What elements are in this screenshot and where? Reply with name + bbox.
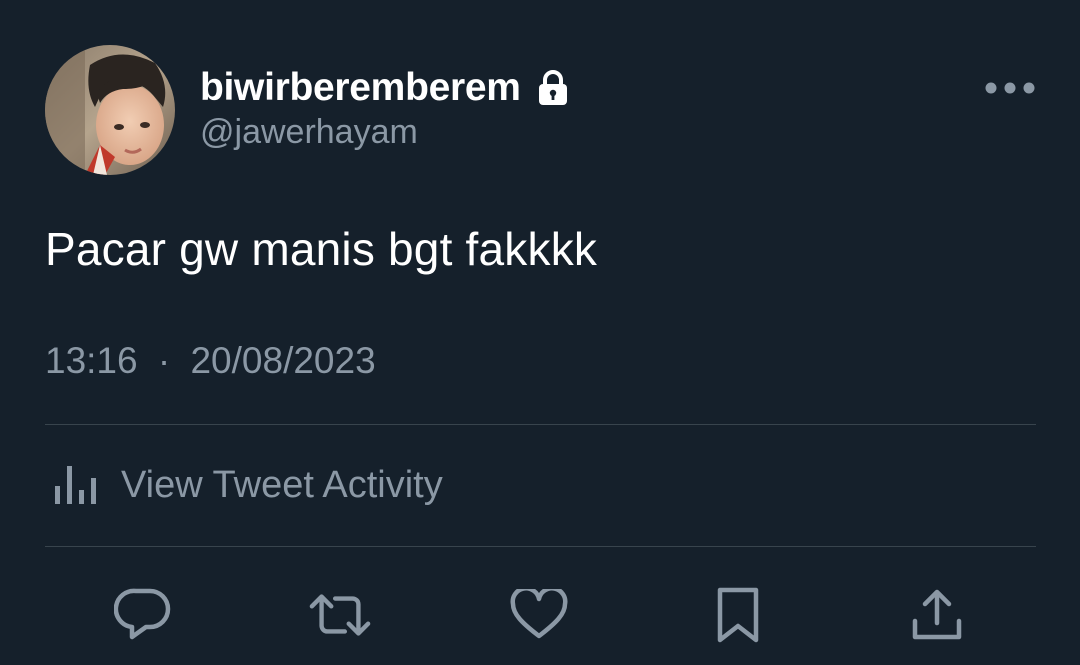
display-name[interactable]: biwirberemberem [200,66,521,110]
lock-icon [537,70,569,106]
reply-icon [114,588,171,640]
tweet-timestamp: 13:16 · 20/08/2023 [45,340,376,382]
bookmark-icon [717,587,759,643]
timestamp-separator: · [157,340,171,381]
user-handle[interactable]: @jawerhayam [200,113,418,152]
retweet-icon [309,594,371,636]
share-icon [912,589,962,640]
tweet-text: Pacar gw manis bgt fakkkk [45,223,598,275]
display-name-row: biwirberemberem [200,62,569,114]
like-button[interactable] [507,583,571,647]
heart-icon [510,589,568,639]
more-dots-icon [985,82,1035,94]
tweet-actions-bar [0,575,1080,655]
view-tweet-activity-button[interactable]: View Tweet Activity [45,445,1036,525]
divider [45,546,1036,547]
avatar[interactable] [45,45,175,175]
tweet-time[interactable]: 13:16 [45,340,138,381]
retweet-button[interactable] [308,583,372,647]
tweet-date[interactable]: 20/08/2023 [190,340,375,381]
analytics-bars-icon [45,460,105,510]
tweet-detail: biwirberemberem @jawerhayam Pacar gw man… [0,0,1080,665]
reply-button[interactable] [111,583,175,647]
share-button[interactable] [905,583,969,647]
bookmark-button[interactable] [706,583,770,647]
divider [45,424,1036,425]
view-tweet-activity-label: View Tweet Activity [121,463,443,506]
avatar-photo [45,45,175,175]
more-options-button[interactable] [978,72,1042,104]
